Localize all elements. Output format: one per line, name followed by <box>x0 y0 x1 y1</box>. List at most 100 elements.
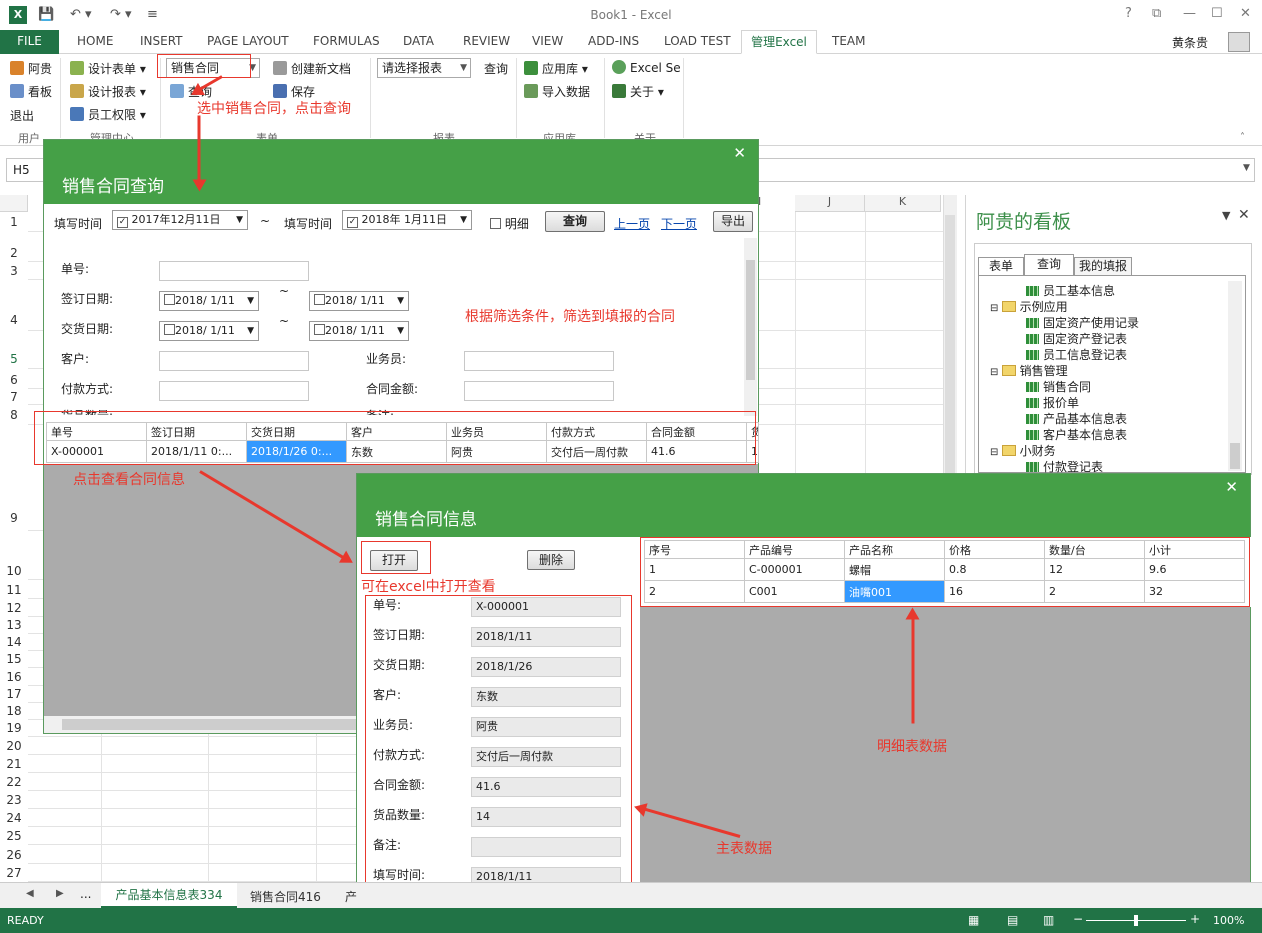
staff-permission-button[interactable]: 员工权限 ▾ <box>70 106 146 123</box>
sheet-tab-products[interactable]: 产品基本信息表334 <box>101 883 237 908</box>
tab-data[interactable]: DATA <box>397 30 440 54</box>
report-query-button[interactable]: 查询 <box>484 60 508 77</box>
row-header[interactable]: 20 <box>0 737 28 755</box>
panel-menu-icon[interactable]: ▼ <box>1222 209 1230 222</box>
row-header[interactable]: 14 <box>0 634 28 651</box>
tab-page-layout[interactable]: PAGE LAYOUT <box>201 30 295 54</box>
tree-item[interactable]: ⊟ 小财务 <box>990 442 1056 459</box>
row-header[interactable]: 19 <box>0 720 28 737</box>
import-data-button[interactable]: 导入数据 <box>524 83 590 100</box>
zoom-out-icon[interactable]: − <box>1073 912 1083 926</box>
order-no-input[interactable] <box>159 261 309 281</box>
close-icon[interactable]: ✕ <box>1225 478 1238 496</box>
user-a-button[interactable]: 阿贵 <box>10 60 52 77</box>
tree-item[interactable]: 销售合同 <box>1026 378 1091 395</box>
fill-time-from-picker[interactable]: ✓ 2017年12月11日 ▼ <box>112 210 248 230</box>
checkbox-icon[interactable] <box>164 294 175 305</box>
close-window-icon[interactable]: ✕ <box>1240 6 1251 21</box>
checkbox-icon[interactable] <box>164 324 175 335</box>
app-library-button[interactable]: 应用库 ▾ <box>524 60 588 77</box>
collapse-icon[interactable]: ⊟ <box>990 367 1002 378</box>
row-header[interactable]: 16 <box>0 669 28 686</box>
delete-button[interactable]: 删除 <box>527 550 575 570</box>
row-header[interactable]: 5 <box>0 349 28 369</box>
next-page-link[interactable]: 下一页 <box>661 215 697 232</box>
ribbon-display-icon[interactable]: ⧉ <box>1152 6 1161 21</box>
chevron-down-icon[interactable]: ▼ <box>1243 163 1250 173</box>
row-header[interactable]: 21 <box>0 755 28 773</box>
row-header[interactable]: 2 <box>0 244 28 262</box>
checkbox-icon[interactable] <box>314 324 325 335</box>
row-header[interactable]: 8 <box>0 405 28 425</box>
filter-scrollbar-thumb[interactable] <box>746 260 755 380</box>
row-header[interactable]: 4 <box>0 309 28 331</box>
row-header[interactable]: 26 <box>0 846 28 864</box>
board-button[interactable]: 看板 <box>10 83 52 100</box>
detail-checkbox[interactable]: 明细 <box>490 215 529 232</box>
tab-add-ins[interactable]: ADD-INS <box>582 30 645 54</box>
row-header[interactable]: 3 <box>0 262 28 280</box>
query-button[interactable]: 查询 <box>545 211 605 232</box>
row-header[interactable]: 10 <box>0 562 28 580</box>
amount-input[interactable] <box>464 381 614 401</box>
checkbox-icon[interactable]: ✓ <box>117 217 128 228</box>
tab-file[interactable]: FILE <box>0 30 59 54</box>
sheet-tab-contracts[interactable]: 销售合同416 <box>242 888 329 905</box>
prev-sheet-icon[interactable]: ◀ <box>26 888 34 899</box>
checkbox-icon[interactable] <box>490 218 501 229</box>
column-header-k[interactable]: K <box>865 195 941 212</box>
zoom-level[interactable]: 100% <box>1213 914 1244 927</box>
page-break-icon[interactable]: ▥ <box>1043 913 1054 927</box>
tree-item[interactable]: 员工基本信息 <box>1026 282 1115 299</box>
formula-input[interactable] <box>757 158 1255 182</box>
maximize-icon[interactable]: ☐ <box>1211 6 1223 21</box>
excel-se-button[interactable]: Excel Se <box>612 60 681 75</box>
tab-review[interactable]: REVIEW <box>457 30 516 54</box>
delivery-date-to[interactable]: 2018/ 1/11 ▼ <box>309 321 409 341</box>
prev-page-link[interactable]: 上一页 <box>614 215 650 232</box>
exit-button[interactable]: 退出 <box>10 107 34 124</box>
tree-item[interactable]: ⊟ 销售管理 <box>990 362 1068 379</box>
tab-team[interactable]: TEAM <box>826 30 871 54</box>
column-header-j[interactable]: J <box>795 195 865 212</box>
checkbox-icon[interactable]: ✓ <box>347 217 358 228</box>
collapse-ribbon-icon[interactable]: ˄ <box>1240 132 1245 143</box>
fill-time-to-picker[interactable]: ✓ 2018年 1月11日 ▼ <box>342 210 472 230</box>
tree-item[interactable]: 员工信息登记表 <box>1026 346 1127 363</box>
about-button[interactable]: 关于 ▾ <box>612 83 664 100</box>
row-header[interactable]: 23 <box>0 791 28 809</box>
help-icon[interactable]: ? <box>1125 6 1132 21</box>
tree-item[interactable]: 报价单 <box>1026 394 1079 411</box>
tree-item[interactable]: 产品基本信息表 <box>1026 410 1127 427</box>
design-form-button[interactable]: 设计表单 ▾ <box>70 60 146 77</box>
customer-input[interactable] <box>159 351 309 371</box>
zoom-in-icon[interactable]: + <box>1190 912 1200 926</box>
sheet-tab-partial[interactable]: 产 <box>337 888 365 905</box>
export-button[interactable]: 导出 <box>713 211 753 232</box>
tab-load-test[interactable]: LOAD TEST <box>658 30 737 54</box>
page-layout-icon[interactable]: ▤ <box>1007 913 1018 927</box>
select-all-corner[interactable] <box>0 195 28 212</box>
zoom-slider-thumb[interactable] <box>1134 915 1138 926</box>
row-header[interactable]: 9 <box>0 505 28 531</box>
tab-manage-excel[interactable]: 管理Excel <box>741 30 817 54</box>
row-header[interactable]: 27 <box>0 864 28 882</box>
row-header[interactable]: 6 <box>0 371 28 389</box>
panel-close-icon[interactable]: ✕ <box>1238 207 1250 223</box>
sign-date-to[interactable]: 2018/ 1/11 ▼ <box>309 291 409 311</box>
row-header[interactable]: 13 <box>0 617 28 634</box>
row-header[interactable]: 17 <box>0 686 28 703</box>
checkbox-icon[interactable] <box>314 294 325 305</box>
collapse-icon[interactable]: ⊟ <box>990 303 1002 314</box>
collapse-icon[interactable]: ⊟ <box>990 447 1002 458</box>
next-sheet-icon[interactable]: ▶ <box>56 888 64 899</box>
tree-item[interactable]: 客户基本信息表 <box>1026 426 1127 443</box>
row-header[interactable]: 1 <box>0 212 28 232</box>
tree-item[interactable]: 固定资产使用记录 <box>1026 314 1139 331</box>
tab-formulas[interactable]: FORMULAS <box>307 30 386 54</box>
close-icon[interactable]: ✕ <box>733 144 746 162</box>
create-doc-button[interactable]: 创建新文档 <box>273 60 351 77</box>
row-header[interactable]: 7 <box>0 389 28 405</box>
salesman-input[interactable] <box>464 351 614 371</box>
tab-home[interactable]: HOME <box>71 30 119 54</box>
